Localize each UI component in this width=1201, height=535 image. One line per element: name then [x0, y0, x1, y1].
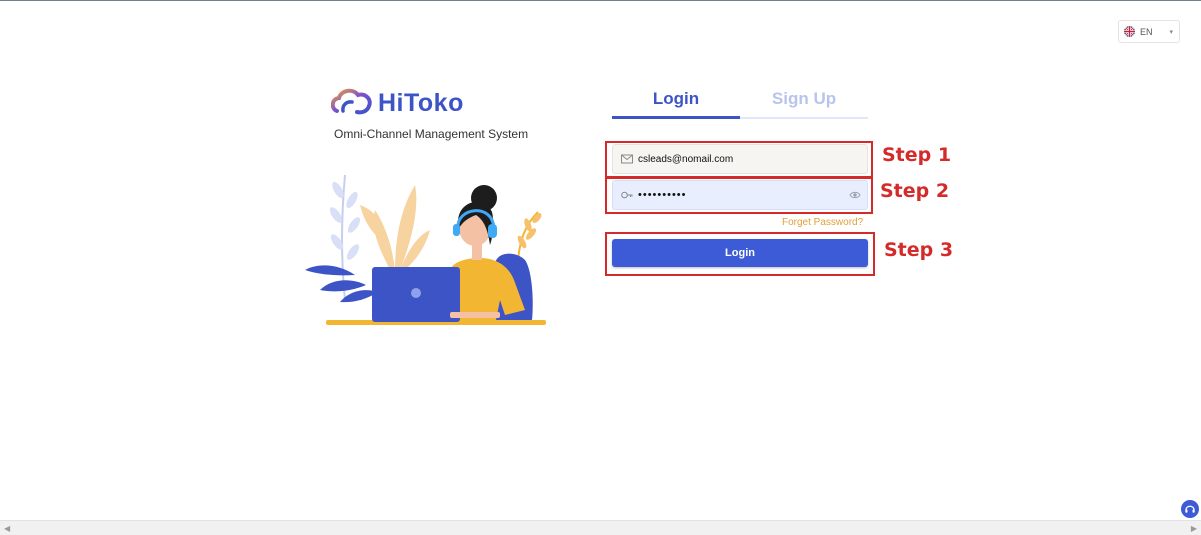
step-2-highlight — [605, 177, 873, 214]
step-1-label: Step 1 — [882, 144, 952, 166]
tab-login[interactable]: Login — [612, 86, 740, 112]
auth-tabs: Login Sign Up — [612, 86, 868, 120]
support-chat-button[interactable] — [1181, 500, 1199, 518]
tab-active-indicator — [612, 116, 740, 119]
chevron-down-icon: ▾ — [1169, 28, 1173, 36]
hitoko-logo-icon — [331, 88, 372, 115]
language-label: EN — [1140, 26, 1153, 37]
step-3-highlight — [605, 232, 875, 276]
headset-icon — [1185, 505, 1195, 513]
tab-sign-up[interactable]: Sign Up — [740, 86, 868, 112]
top-border — [0, 0, 1201, 1]
horizontal-scrollbar[interactable]: ◀ ▶ — [0, 520, 1201, 535]
scroll-left-icon[interactable]: ◀ — [4, 524, 10, 533]
step-1-highlight — [605, 141, 873, 178]
brand-name: HiToko — [378, 89, 464, 117]
scroll-right-icon[interactable]: ▶ — [1191, 524, 1197, 533]
uk-flag-icon — [1124, 26, 1135, 37]
support-agent-illustration — [305, 174, 546, 325]
language-selector[interactable]: EN ▾ — [1118, 20, 1180, 43]
forgot-password-link[interactable]: Forget Password? — [782, 217, 863, 228]
step-3-label: Step 3 — [884, 239, 954, 261]
brand-subtitle: Omni-Channel Management System — [334, 127, 529, 141]
step-2-label: Step 2 — [880, 180, 950, 202]
